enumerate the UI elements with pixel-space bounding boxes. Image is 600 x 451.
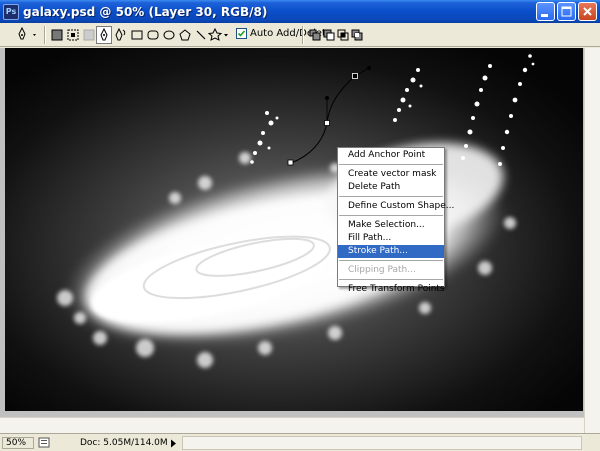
pen-icon <box>100 28 108 41</box>
shape-layers-button[interactable] <box>50 26 64 44</box>
maximize-icon <box>561 6 572 17</box>
menu-separator <box>339 196 443 197</box>
minimize-button[interactable] <box>536 2 555 21</box>
menu-item-make-selection[interactable]: Make Selection... <box>338 219 444 232</box>
document-canvas[interactable]: Add Anchor Point Create vector mask Dele… <box>5 48 583 411</box>
close-icon <box>583 7 592 16</box>
rectangle-shape-icon <box>131 30 143 40</box>
galaxy-artwork <box>5 48 583 411</box>
menu-separator <box>339 260 443 261</box>
document-preview-button[interactable] <box>38 437 50 451</box>
options-bar: Auto Add/Delete <box>0 23 600 47</box>
checkmark-icon <box>237 30 246 37</box>
line-tool-button[interactable] <box>194 26 208 44</box>
menu-item-clipping-path: Clipping Path... <box>348 265 416 275</box>
polygon-tool-button[interactable] <box>178 26 192 44</box>
pen-tool-icon <box>18 27 36 40</box>
exclude-overlapping-shape-areas-button[interactable] <box>350 26 364 44</box>
zoom-level-field[interactable]: 50% <box>2 437 34 449</box>
menu-item-free-transform-points[interactable]: Free Transform Points <box>338 283 445 296</box>
paths-mode-button[interactable] <box>66 26 80 44</box>
rounded-rectangle-tool-button[interactable] <box>146 26 160 44</box>
status-bar: 50% Doc: 5.05M/114.0M <box>0 433 600 451</box>
status-bar-scroll-track[interactable] <box>182 436 582 450</box>
fill-pixels-icon <box>83 29 95 41</box>
window-title: galaxy.psd @ 50% (Layer 30, RGB/8) <box>23 4 268 19</box>
pen-tool-button[interactable] <box>96 26 112 44</box>
menu-separator <box>339 279 443 280</box>
polygon-icon <box>179 29 191 41</box>
minimize-icon <box>541 14 548 17</box>
menu-item-create-vector-mask[interactable]: Create vector mask <box>338 168 444 181</box>
line-icon <box>196 30 206 40</box>
add-to-shape-area-button[interactable] <box>308 26 322 44</box>
tool-preset-picker[interactable] <box>16 26 40 44</box>
vertical-scrollbar[interactable] <box>584 48 600 433</box>
path-context-menu: Add Anchor Point Create vector mask Dele… <box>337 147 454 294</box>
menu-item-define-custom-shape[interactable]: Define Custom Shape... <box>338 200 454 213</box>
custom-shape-icon <box>208 28 228 41</box>
custom-shape-tool-button[interactable] <box>208 26 230 44</box>
freeform-pen-button[interactable] <box>114 26 128 44</box>
rounded-rectangle-icon <box>147 30 159 40</box>
menu-separator <box>339 215 443 216</box>
menu-item-add-anchor-point[interactable]: Add Anchor Point <box>338 149 444 162</box>
document-workspace: Add Anchor Point Create vector mask Dele… <box>0 48 600 433</box>
freeform-pen-icon <box>115 28 126 41</box>
ellipse-icon <box>163 30 175 40</box>
subtract-shape-area-icon <box>323 29 335 41</box>
toolbar-separator <box>44 26 46 44</box>
menu-item-stroke-path[interactable]: Stroke Path... <box>338 245 444 258</box>
document-size-info: Doc: 5.05M/114.0M <box>80 438 168 448</box>
status-menu-button[interactable] <box>170 438 177 451</box>
ellipse-tool-button[interactable] <box>162 26 176 44</box>
shape-layers-icon <box>51 29 63 41</box>
maximize-button[interactable] <box>557 2 576 21</box>
title-bar[interactable]: Ps galaxy.psd @ 50% (Layer 30, RGB/8) <box>0 0 600 23</box>
intersect-shape-areas-icon <box>337 29 349 41</box>
rectangle-tool-button[interactable] <box>130 26 144 44</box>
intersect-shape-areas-button[interactable] <box>336 26 350 44</box>
menu-separator <box>339 164 443 165</box>
triangle-right-icon <box>171 439 176 448</box>
photoshop-app-icon[interactable]: Ps <box>3 3 19 20</box>
toolbar-separator <box>302 26 304 44</box>
subtract-from-shape-area-button[interactable] <box>322 26 336 44</box>
menu-item-fill-path[interactable]: Fill Path... <box>338 232 444 245</box>
close-button[interactable] <box>578 2 597 21</box>
horizontal-scrollbar[interactable] <box>0 417 584 433</box>
menu-item-delete-path[interactable]: Delete Path <box>338 181 444 194</box>
exclude-overlap-icon <box>351 29 363 41</box>
paths-icon <box>67 29 79 41</box>
window-controls <box>536 2 597 21</box>
add-to-shape-area-icon <box>309 29 321 41</box>
document-info-icon <box>38 437 50 448</box>
auto-add-delete-checkbox[interactable] <box>236 28 247 39</box>
fill-pixels-button[interactable] <box>82 26 96 44</box>
